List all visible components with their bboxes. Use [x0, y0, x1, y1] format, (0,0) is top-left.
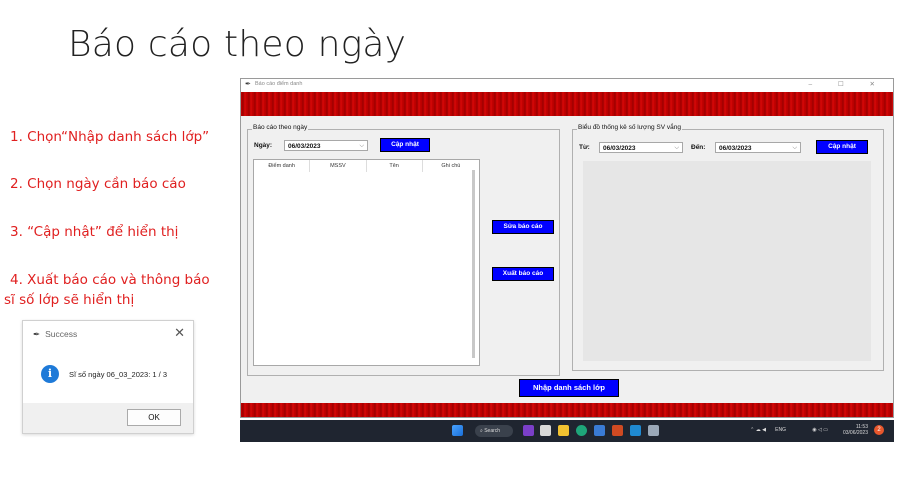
dialog-message: Sĩ số ngày 06_03_2023: 1 / 3 — [69, 370, 167, 379]
dialog-title-bar: ✒ Success — [33, 329, 77, 340]
top-banner — [241, 92, 893, 116]
date-value: 06/03/2023 — [288, 143, 321, 150]
chevron-down-icon: ⌵ — [792, 145, 797, 151]
chart-area — [583, 161, 871, 361]
step-2: 2. Chọn ngày cần báo cáo — [10, 176, 186, 192]
chevron-down-icon: ⌵ — [674, 145, 679, 151]
vscode-icon[interactable] — [630, 425, 641, 436]
dialog-footer: OK — [23, 403, 193, 433]
tray-icons[interactable]: ⌃ ☁ ◀ — [750, 427, 766, 433]
system-tray[interactable]: ⌃ ☁ ◀ ENG ◉ ◁ ▭ 11:53 03/06/2023 2 — [714, 424, 884, 438]
date-combobox[interactable]: 06/03/2023 ⌵ — [284, 140, 368, 151]
edge-browser-icon[interactable] — [576, 425, 587, 436]
clock-date: 03/06/2023 — [842, 430, 868, 436]
chevron-down-icon: ⌵ — [359, 143, 364, 149]
bottom-banner — [241, 403, 893, 417]
update-chart-button[interactable]: Cập nhật — [816, 140, 868, 154]
app-icon[interactable] — [648, 425, 659, 436]
windows-start-icon[interactable] — [452, 425, 463, 436]
visual-studio-icon[interactable] — [523, 425, 534, 436]
task-view-icon[interactable] — [540, 425, 551, 436]
ok-button[interactable]: OK — [127, 409, 181, 426]
step-4: 4. Xuất báo cáo và thông báo — [10, 272, 210, 288]
close-icon[interactable]: ✕ — [174, 325, 185, 341]
step-3: 3. “Cập nhật” để hiển thị — [10, 224, 179, 240]
report-group-label: Báo cáo theo ngày — [252, 124, 309, 131]
taskbar-search[interactable]: ⌕ Search — [475, 425, 513, 437]
step-4-continued: sĩ số lớp sẽ hiển thị — [4, 292, 135, 308]
file-explorer-icon[interactable] — [558, 425, 569, 436]
from-label: Từ: — [579, 144, 590, 151]
feather-icon: ✒ — [33, 329, 41, 339]
to-label: Đến: — [691, 144, 706, 151]
edit-report-button[interactable]: Sửa báo cáo — [492, 220, 554, 234]
feather-icon: ✒ — [245, 81, 251, 88]
powerpoint-icon[interactable] — [612, 425, 623, 436]
taskbar: ⌕ Search ⌃ ☁ ◀ ENG ◉ ◁ ▭ 11:53 03/06/202… — [240, 420, 894, 442]
from-date-combobox[interactable]: 06/03/2023 ⌵ — [599, 142, 683, 153]
update-report-button[interactable]: Cập nhật — [380, 138, 430, 152]
clock[interactable]: 11:53 03/06/2023 — [838, 424, 868, 436]
app-window: ✒ Báo cáo điểm danh – ☐ ✕ Báo cáo theo n… — [240, 78, 894, 418]
slide-title: Báo cáo theo ngày — [68, 24, 407, 65]
search-label: Search — [484, 428, 501, 434]
export-report-button[interactable]: Xuất báo cáo — [492, 267, 554, 281]
notification-badge[interactable]: 2 — [874, 425, 884, 435]
info-icon: i — [41, 365, 59, 383]
dialog-title: Success — [45, 329, 78, 339]
window-titlebar: ✒ Báo cáo điểm danh – ☐ ✕ — [241, 79, 893, 92]
to-date-combobox[interactable]: 06/03/2023 ⌵ — [715, 142, 801, 153]
table-header: Điểm danh MSSV Tên Ghi chú — [254, 160, 479, 172]
network-volume-icons[interactable]: ◉ ◁ ▭ — [812, 427, 828, 433]
store-icon[interactable] — [594, 425, 605, 436]
chart-group-label: Biểu đồ thống kê số lượng SV vắng — [577, 124, 682, 131]
date-label: Ngày: — [254, 142, 273, 149]
step-1: 1. Chọn“Nhập danh sách lớp” — [10, 129, 210, 145]
column-header[interactable]: MSSV — [310, 160, 367, 172]
from-date-value: 06/03/2023 — [603, 145, 636, 152]
column-header[interactable]: Tên — [367, 160, 423, 172]
window-controls[interactable]: – ☐ ✕ — [808, 80, 887, 88]
language-indicator[interactable]: ENG — [775, 427, 786, 433]
table-scrollbar[interactable] — [472, 170, 475, 358]
column-header[interactable]: Điểm danh — [254, 160, 311, 172]
to-date-value: 06/03/2023 — [719, 145, 752, 152]
success-dialog: ✒ Success ✕ i Sĩ số ngày 06_03_2023: 1 / … — [22, 320, 194, 434]
column-header[interactable]: Ghi chú — [423, 160, 479, 172]
import-class-list-button[interactable]: Nhập danh sách lớp — [519, 379, 619, 397]
window-title: Báo cáo điểm danh — [255, 81, 303, 87]
report-table[interactable]: Điểm danh MSSV Tên Ghi chú — [253, 159, 480, 366]
